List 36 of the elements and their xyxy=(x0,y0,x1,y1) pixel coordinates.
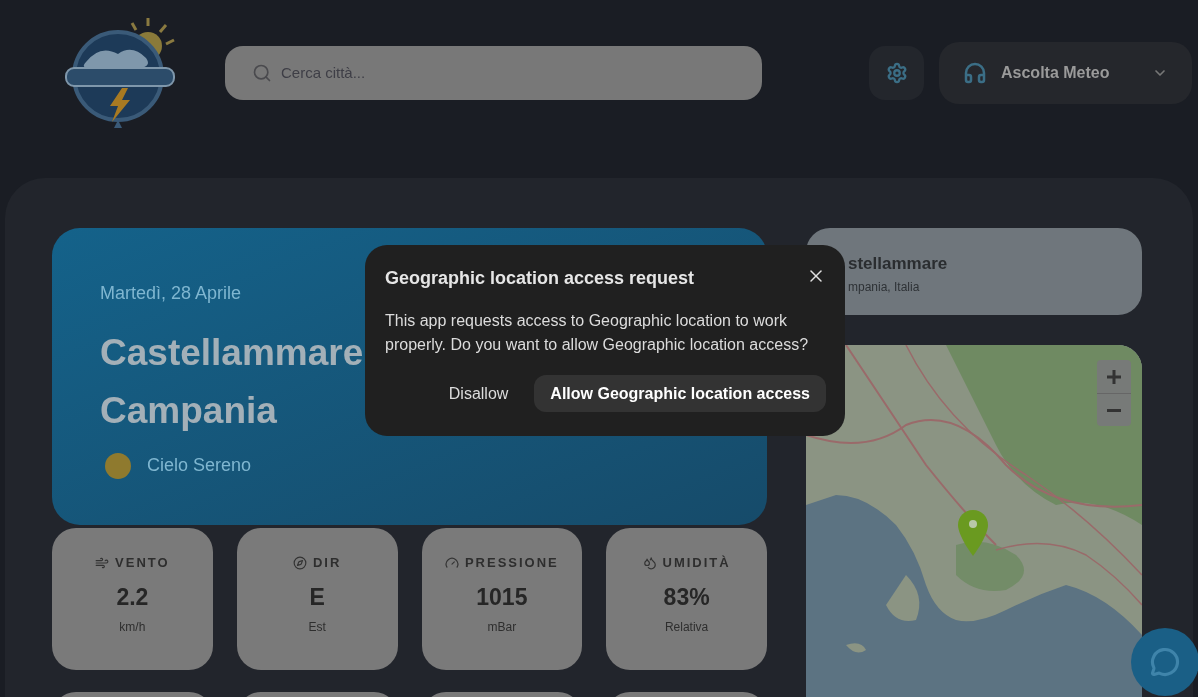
dialog-message: This app requests access to Geographic location to work properly. Do you want to allow Geographic location access? xyxy=(385,311,810,355)
location-name: stellammare xyxy=(848,253,948,275)
droplets-icon xyxy=(642,555,657,570)
disallow-button[interactable]: Disallow xyxy=(432,375,525,412)
stat-unit: Relativa xyxy=(664,618,709,636)
condition-text: Cielo Sereno xyxy=(147,454,252,477)
stat-unit: Est xyxy=(308,618,326,636)
city-title: Castellammare xyxy=(100,331,364,375)
stat-unit: km/h xyxy=(119,618,146,636)
plus-icon xyxy=(1107,369,1121,384)
date-text: Martedì, 28 Aprile xyxy=(100,282,242,305)
minus-icon xyxy=(1107,408,1121,412)
stat-value: 83% xyxy=(663,583,710,610)
allow-button[interactable]: Allow Geographic location access xyxy=(534,375,826,412)
compass-icon xyxy=(292,555,307,570)
chat-bubble-icon xyxy=(1150,647,1180,677)
settings-icon xyxy=(885,62,908,84)
dialog-title: Geographic location access request xyxy=(385,267,695,290)
location-region: mpania, Italia xyxy=(848,279,920,296)
listen-button[interactable]: Ascolta Meteo xyxy=(939,42,1192,104)
headphones-icon xyxy=(963,61,987,85)
stat-value: 1015 xyxy=(476,583,528,610)
settings-button[interactable] xyxy=(869,46,924,100)
map-marker-icon xyxy=(958,510,988,556)
stat-value: E xyxy=(309,583,325,610)
stat-value: 2.2 xyxy=(116,583,149,610)
gauge-icon xyxy=(444,555,459,570)
stat-label: VENTO xyxy=(115,554,170,572)
stat-label: UMIDITÀ xyxy=(662,554,731,572)
stat-label: PRESSIONE xyxy=(464,554,559,572)
search-icon xyxy=(252,63,272,83)
wind-icon xyxy=(95,555,110,570)
sun-icon xyxy=(105,452,131,479)
stat-unit: mBar xyxy=(487,618,517,636)
stat-label: DIR xyxy=(312,554,342,572)
city-title: Campania xyxy=(100,389,277,433)
